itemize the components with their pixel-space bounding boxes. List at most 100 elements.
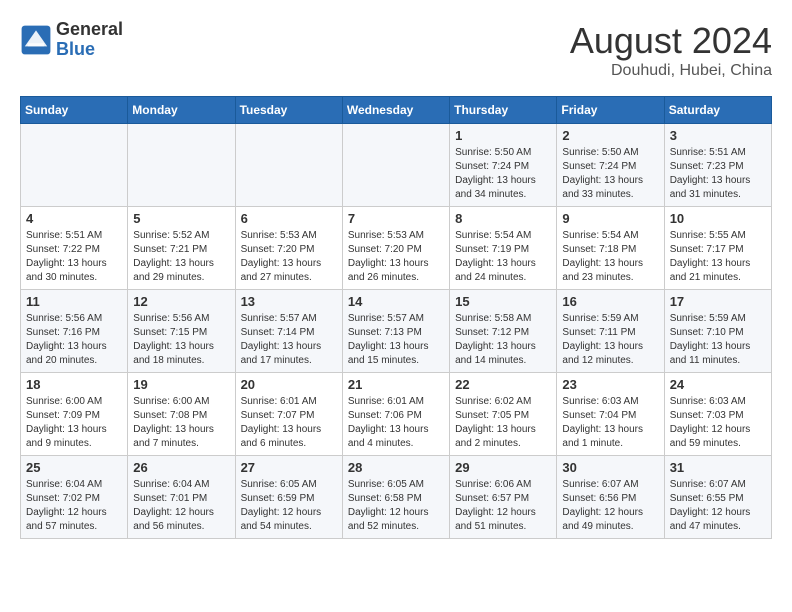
day-cell: 20 Sunrise: 6:01 AM Sunset: 7:07 PM Dayli… (235, 373, 342, 456)
day-number: 12 (133, 294, 229, 309)
day-info: Sunrise: 6:04 AM Sunset: 7:02 PM Dayligh… (26, 478, 122, 534)
day-cell: 5 Sunrise: 5:52 AM Sunset: 7:21 PM Daylig… (128, 207, 235, 290)
day-cell: 13Sunrise: 5:57 AM Sunset: 7:14 PM Dayli… (235, 290, 342, 373)
day-cell: 28 Sunrise: 6:05 AM Sunset: 6:58 PM Dayli… (342, 456, 449, 539)
day-cell: 18 Sunrise: 6:00 AM Sunset: 7:09 PM Dayli… (21, 373, 128, 456)
page-header: General Blue August 2024 Douhudi, Hubei,… (20, 20, 772, 80)
day-cell: 24 Sunrise: 6:03 AM Sunset: 7:03 PM Dayli… (664, 373, 771, 456)
day-number: 27 (241, 460, 337, 475)
day-cell: 8Sunrise: 5:54 AM Sunset: 7:19 PM Daylig… (450, 207, 557, 290)
day-cell: 14Sunrise: 5:57 AM Sunset: 7:13 PM Dayli… (342, 290, 449, 373)
day-number: 19 (133, 377, 229, 392)
logo-text: General Blue (56, 20, 123, 60)
day-info: Sunrise: 6:00 AM Sunset: 7:08 PM Dayligh… (133, 395, 229, 451)
day-number: 24 (670, 377, 766, 392)
day-info: Sunrise: 5:58 AM Sunset: 7:12 PM Dayligh… (455, 312, 551, 368)
day-cell: 23 Sunrise: 6:03 AM Sunset: 7:04 PM Dayli… (557, 373, 664, 456)
day-cell (21, 124, 128, 207)
day-info: Sunrise: 5:54 AM Sunset: 7:19 PM Dayligh… (455, 229, 551, 285)
day-info: Sunrise: 5:54 AM Sunset: 7:18 PM Dayligh… (562, 229, 658, 285)
weekday-header-thursday: Thursday (450, 97, 557, 124)
day-number: 21 (348, 377, 444, 392)
day-info: Sunrise: 6:06 AM Sunset: 6:57 PM Dayligh… (455, 478, 551, 534)
day-number: 30 (562, 460, 658, 475)
day-number: 17 (670, 294, 766, 309)
day-info: Sunrise: 5:59 AM Sunset: 7:11 PM Dayligh… (562, 312, 658, 368)
day-info: Sunrise: 5:51 AM Sunset: 7:22 PM Dayligh… (26, 229, 122, 285)
location: Douhudi, Hubei, China (570, 62, 772, 80)
day-cell: 19 Sunrise: 6:00 AM Sunset: 7:08 PM Dayli… (128, 373, 235, 456)
day-number: 23 (562, 377, 658, 392)
day-info: Sunrise: 6:01 AM Sunset: 7:07 PM Dayligh… (241, 395, 337, 451)
day-cell (342, 124, 449, 207)
weekday-header-friday: Friday (557, 97, 664, 124)
logo: General Blue (20, 20, 123, 60)
day-cell: 15Sunrise: 5:58 AM Sunset: 7:12 PM Dayli… (450, 290, 557, 373)
day-info: Sunrise: 5:55 AM Sunset: 7:17 PM Dayligh… (670, 229, 766, 285)
day-info: Sunrise: 6:02 AM Sunset: 7:05 PM Dayligh… (455, 395, 551, 451)
day-cell: 30 Sunrise: 6:07 AM Sunset: 6:56 PM Dayli… (557, 456, 664, 539)
day-number: 9 (562, 211, 658, 226)
day-info: Sunrise: 5:51 AM Sunset: 7:23 PM Dayligh… (670, 146, 766, 202)
logo-icon (20, 24, 52, 56)
week-row-5: 25Sunrise: 6:04 AM Sunset: 7:02 PM Dayli… (21, 456, 772, 539)
week-row-2: 4 Sunrise: 5:51 AM Sunset: 7:22 PM Daylig… (21, 207, 772, 290)
day-info: Sunrise: 5:53 AM Sunset: 7:20 PM Dayligh… (348, 229, 444, 285)
day-number: 26 (133, 460, 229, 475)
month-title: August 2024 (570, 20, 772, 62)
day-number: 11 (26, 294, 122, 309)
calendar: SundayMondayTuesdayWednesdayThursdayFrid… (20, 96, 772, 539)
day-cell: 22 Sunrise: 6:02 AM Sunset: 7:05 PM Dayli… (450, 373, 557, 456)
day-cell: 7 Sunrise: 5:53 AM Sunset: 7:20 PM Daylig… (342, 207, 449, 290)
day-number: 22 (455, 377, 551, 392)
weekday-header-sunday: Sunday (21, 97, 128, 124)
day-number: 5 (133, 211, 229, 226)
day-cell: 16 Sunrise: 5:59 AM Sunset: 7:11 PM Dayli… (557, 290, 664, 373)
day-number: 16 (562, 294, 658, 309)
day-info: Sunrise: 5:56 AM Sunset: 7:16 PM Dayligh… (26, 312, 122, 368)
day-number: 4 (26, 211, 122, 226)
day-cell: 6 Sunrise: 5:53 AM Sunset: 7:20 PM Daylig… (235, 207, 342, 290)
day-number: 28 (348, 460, 444, 475)
day-info: Sunrise: 5:56 AM Sunset: 7:15 PM Dayligh… (133, 312, 229, 368)
day-cell: 25Sunrise: 6:04 AM Sunset: 7:02 PM Dayli… (21, 456, 128, 539)
day-number: 18 (26, 377, 122, 392)
day-number: 14 (348, 294, 444, 309)
day-number: 7 (348, 211, 444, 226)
day-info: Sunrise: 6:01 AM Sunset: 7:06 PM Dayligh… (348, 395, 444, 451)
day-cell: 2 Sunrise: 5:50 AM Sunset: 7:24 PM Daylig… (557, 124, 664, 207)
day-cell: 17 Sunrise: 5:59 AM Sunset: 7:10 PM Dayli… (664, 290, 771, 373)
day-info: Sunrise: 5:53 AM Sunset: 7:20 PM Dayligh… (241, 229, 337, 285)
day-cell (128, 124, 235, 207)
day-info: Sunrise: 6:07 AM Sunset: 6:55 PM Dayligh… (670, 478, 766, 534)
day-info: Sunrise: 6:05 AM Sunset: 6:58 PM Dayligh… (348, 478, 444, 534)
day-cell: 21 Sunrise: 6:01 AM Sunset: 7:06 PM Dayli… (342, 373, 449, 456)
day-number: 20 (241, 377, 337, 392)
weekday-header-tuesday: Tuesday (235, 97, 342, 124)
day-info: Sunrise: 6:00 AM Sunset: 7:09 PM Dayligh… (26, 395, 122, 451)
weekday-header-monday: Monday (128, 97, 235, 124)
day-info: Sunrise: 5:59 AM Sunset: 7:10 PM Dayligh… (670, 312, 766, 368)
weekday-row: SundayMondayTuesdayWednesdayThursdayFrid… (21, 97, 772, 124)
day-number: 2 (562, 128, 658, 143)
day-cell: 12 Sunrise: 5:56 AM Sunset: 7:15 PM Dayli… (128, 290, 235, 373)
day-cell: 3Sunrise: 5:51 AM Sunset: 7:23 PM Daylig… (664, 124, 771, 207)
day-info: Sunrise: 5:50 AM Sunset: 7:24 PM Dayligh… (562, 146, 658, 202)
day-cell: 29 Sunrise: 6:06 AM Sunset: 6:57 PM Dayli… (450, 456, 557, 539)
day-cell (235, 124, 342, 207)
day-cell: 4 Sunrise: 5:51 AM Sunset: 7:22 PM Daylig… (21, 207, 128, 290)
title-block: August 2024 Douhudi, Hubei, China (570, 20, 772, 80)
calendar-body: 1Sunrise: 5:50 AM Sunset: 7:24 PM Daylig… (21, 124, 772, 539)
day-number: 29 (455, 460, 551, 475)
day-info: Sunrise: 6:05 AM Sunset: 6:59 PM Dayligh… (241, 478, 337, 534)
day-info: Sunrise: 6:03 AM Sunset: 7:03 PM Dayligh… (670, 395, 766, 451)
day-cell: 27 Sunrise: 6:05 AM Sunset: 6:59 PM Dayli… (235, 456, 342, 539)
day-info: Sunrise: 6:07 AM Sunset: 6:56 PM Dayligh… (562, 478, 658, 534)
day-number: 6 (241, 211, 337, 226)
day-info: Sunrise: 5:52 AM Sunset: 7:21 PM Dayligh… (133, 229, 229, 285)
calendar-header: SundayMondayTuesdayWednesdayThursdayFrid… (21, 97, 772, 124)
day-cell: 31Sunrise: 6:07 AM Sunset: 6:55 PM Dayli… (664, 456, 771, 539)
day-cell: 1Sunrise: 5:50 AM Sunset: 7:24 PM Daylig… (450, 124, 557, 207)
day-info: Sunrise: 6:03 AM Sunset: 7:04 PM Dayligh… (562, 395, 658, 451)
day-cell: 9 Sunrise: 5:54 AM Sunset: 7:18 PM Daylig… (557, 207, 664, 290)
